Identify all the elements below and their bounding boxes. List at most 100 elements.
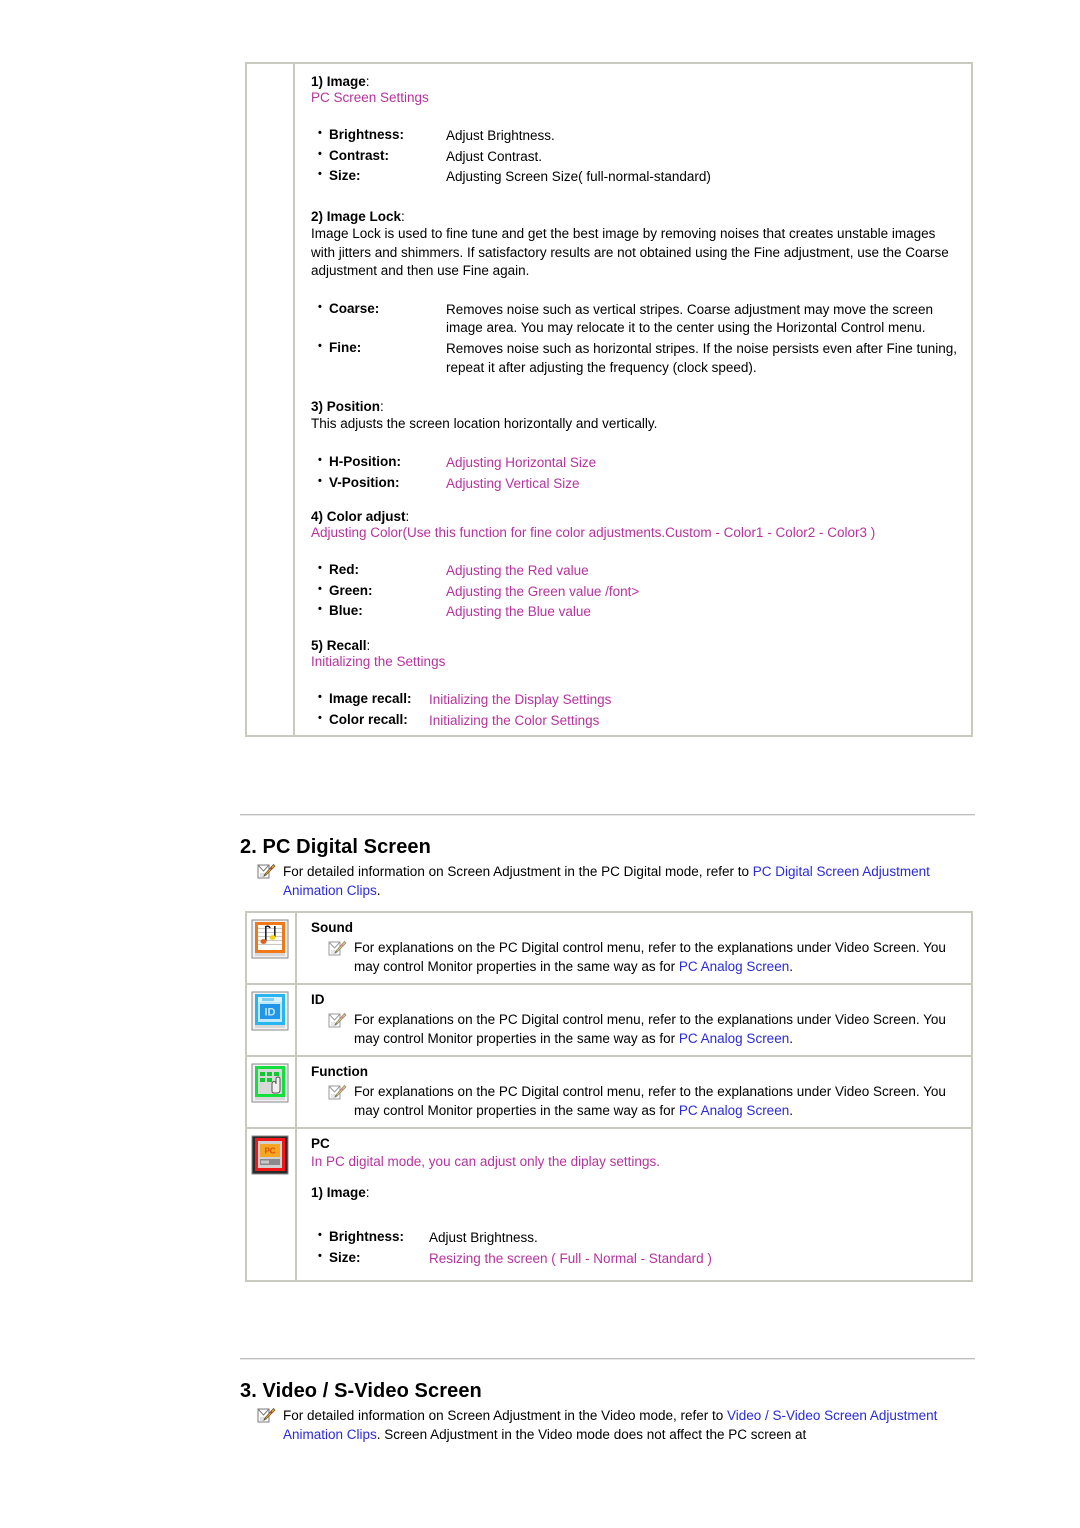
row-note-link[interactable]: PC Analog Screen [679,1031,789,1046]
row-icon-cell: PC [247,1129,297,1280]
color-adjust-subtitle: Adjusting Color(Use this function for fi… [311,525,876,541]
section2-intro-post: . [376,883,381,899]
list-item: Size: Adjusting Screen Size( full-normal… [311,168,957,187]
item-term: V-Position: [311,475,446,490]
table-row: ID ID For explanations on the PC Digital… [247,985,971,1057]
section3-intro: For detailed information on Screen Adjus… [256,1406,961,1444]
position-heading-colon: : [380,399,384,415]
row-title: ID [311,992,325,1007]
recall-subtitle: Initializing the Settings [311,654,446,669]
item-desc: Adjusting Vertical Size [446,475,580,491]
item-desc: Adjusting Screen Size( full-normal-stand… [446,169,711,185]
item-term: Image recall: [311,691,429,706]
pc-monitor-icon: PC [251,1135,295,1175]
panel-gutter [247,64,295,735]
section2-intro-text: For detailed information on Screen Adjus… [283,862,956,900]
row-note-link[interactable]: PC Analog Screen [679,1103,789,1118]
row-body-cell: PC In PC digital mode, you can adjust on… [297,1129,971,1280]
item-desc: Adjusting Horizontal Size [446,454,597,470]
recall-heading-number: 5) Recall [311,638,367,653]
row-body-cell: ID For explanations on the PC Digital co… [297,985,971,1055]
row-title: Sound [311,920,353,935]
row-note-post: . [789,1031,793,1047]
image-lock-heading-colon: : [401,208,405,224]
row-note-pre: For explanations on the PC Digital contr… [354,1084,946,1119]
row-note-post: . [789,959,793,975]
image-lock-heading-number: 2) Image Lock [311,208,402,224]
item-term: Brightness: [311,127,446,142]
image-heading-colon: : [365,74,370,89]
list-item: Fine: Removes noise such as horizontal s… [311,340,957,377]
list-item: Green: Adjusting the Green value /font> [311,583,957,602]
row-body-cell: Function For explanations on the PC Digi… [297,1057,971,1127]
row-note-link[interactable]: PC Analog Screen [679,959,789,974]
pc-image-item-list: Brightness: Adjust Brightness. Size: Res… [311,1229,959,1268]
table-row: Function For explanations on the PC Digi… [247,1057,971,1129]
notepad-pencil-icon [256,1407,276,1426]
item-desc: Resizing the screen ( Full - Normal - St… [429,1250,712,1266]
section2-intro-pre: For detailed information on Screen Adjus… [283,864,753,879]
item-term: Size: [311,168,446,183]
row-icon-cell [247,913,297,983]
row-note-text: For explanations on the PC Digital contr… [354,938,959,976]
list-item: Brightness: Adjust Brightness. [311,127,957,146]
list-item: H-Position: Adjusting Horizontal Size [311,454,957,473]
list-item: Red: Adjusting the Red value [311,562,957,581]
list-item: Brightness: Adjust Brightness. [311,1229,959,1248]
list-item: Size: Resizing the screen ( Full - Norma… [311,1250,959,1269]
list-item: V-Position: Adjusting Vertical Size [311,475,957,494]
image-heading-number: 1) Image [311,74,366,89]
row-note-text: For explanations on the PC Digital contr… [354,1010,959,1048]
item-term: Coarse: [311,301,446,316]
item-term: Contrast: [311,148,446,163]
section3-intro-post: . Screen Adjustment in the Video mode do… [376,1427,807,1443]
recall-item-list: Image recall: Initializing the Display S… [311,691,957,730]
row-body-cell: Sound For explanations on the PC Digital… [297,913,971,983]
row-icon-cell: ID [247,985,297,1055]
svg-text:ID: ID [265,1007,276,1019]
table-row: Sound For explanations on the PC Digital… [247,913,971,985]
pc-image-heading-number: 1) Image [311,1185,366,1200]
item-term: Color recall: [311,712,429,727]
row-note: For explanations on the PC Digital contr… [311,1082,959,1120]
list-item: Contrast: Adjust Contrast. [311,148,957,167]
list-item: Coarse: Removes noise such as vertical s… [311,301,957,338]
item-desc: Initializing the Color Settings [429,712,600,728]
image-lock-heading: 2) Image Lock: [311,209,957,224]
item-desc: Removes noise such as vertical stripes. … [446,301,933,336]
position-item-list: H-Position: Adjusting Horizontal Size V-… [311,454,957,493]
image-lock-paragraph: Image Lock is used to fine tune and get … [311,225,949,279]
section2-divider [240,814,975,816]
item-desc: Adjusting the Blue value [446,604,591,620]
item-desc: Adjusting the Green value /font> [446,583,640,599]
row-icon-cell [247,1057,297,1127]
row-title: Function [311,1064,368,1079]
section3-intro-pre: For detailed information on Screen Adjus… [283,1408,728,1423]
row-note: For explanations on the PC Digital contr… [311,938,959,976]
item-desc: Adjust Contrast. [446,148,543,164]
item-desc: Initializing the Display Settings [429,692,612,707]
row-note-pre: For explanations on the PC Digital contr… [354,1012,946,1047]
table-row: PC PC In PC digital mode, you can adjust… [247,1129,971,1280]
pc-digital-rows-panel: Sound For explanations on the PC Digital… [245,911,973,1282]
section3-title: 3. Video / S-Video Screen [240,1380,482,1402]
color-adjust-item-list: Red: Adjusting the Red value Green: Adju… [311,562,957,622]
section3-intro-text: For detailed information on Screen Adjus… [283,1406,961,1444]
position-paragraph: This adjusts the screen location horizon… [311,416,658,432]
panel-content: 1) Image: PC Screen Settings Brightness:… [297,64,971,744]
function-icon [251,1063,295,1103]
color-adjust-heading: 4) Color adjust: [311,509,957,524]
section2-title: 2. PC Digital Screen [240,836,431,858]
color-adjust-heading-colon: : [405,509,410,525]
recall-heading: 5) Recall: [311,638,957,653]
item-desc: Adjust Brightness. [446,128,555,143]
notepad-pencil-icon [256,863,276,882]
notepad-pencil-icon [327,940,347,959]
color-adjust-heading-number: 4) Color adjust [311,509,406,525]
position-heading-number: 3) Position [311,399,381,415]
sound-icon [251,919,295,959]
row-note-post: . [789,1103,793,1119]
item-term: Size: [311,1250,429,1265]
position-heading: 3) Position: [311,399,957,414]
item-desc: Adjust Brightness. [429,1230,538,1245]
